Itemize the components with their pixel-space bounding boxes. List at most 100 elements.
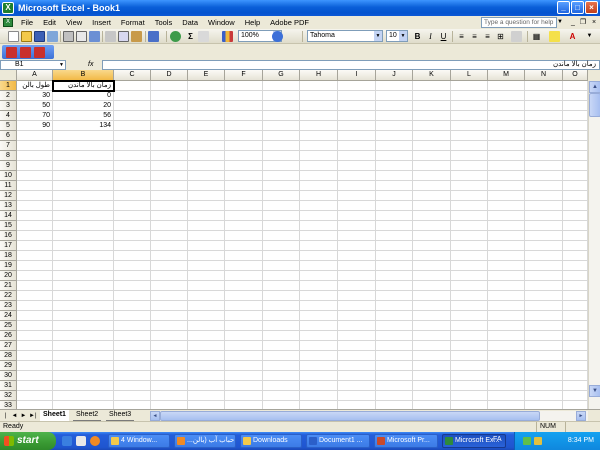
cell-a14[interactable] bbox=[17, 211, 53, 221]
cell-n5[interactable] bbox=[525, 121, 563, 131]
cell-e3[interactable] bbox=[188, 101, 225, 111]
cell-i26[interactable] bbox=[338, 331, 376, 341]
cell-a33[interactable] bbox=[17, 401, 53, 409]
print-preview-icon[interactable] bbox=[76, 31, 87, 42]
cell-n27[interactable] bbox=[525, 341, 563, 351]
horizontal-scrollbar[interactable]: ◄ ► bbox=[150, 411, 588, 421]
cell-e24[interactable] bbox=[188, 311, 225, 321]
cell-d31[interactable] bbox=[151, 381, 188, 391]
cell-e23[interactable] bbox=[188, 301, 225, 311]
cell-h26[interactable] bbox=[300, 331, 338, 341]
cell-j1[interactable] bbox=[376, 81, 413, 91]
row-header[interactable]: 6 bbox=[0, 131, 17, 141]
cell-g15[interactable] bbox=[263, 221, 300, 231]
cell-i21[interactable] bbox=[338, 281, 376, 291]
sheet-tab-3[interactable]: Sheet3 bbox=[106, 410, 135, 421]
cell-n31[interactable] bbox=[525, 381, 563, 391]
taskbar-button-4[interactable]: Document1 ... bbox=[306, 434, 370, 448]
cell-o5[interactable] bbox=[563, 121, 588, 131]
minimize-button[interactable]: _ bbox=[557, 1, 570, 14]
cell-g29[interactable] bbox=[263, 361, 300, 371]
row-header[interactable]: 5 bbox=[0, 121, 17, 131]
cell-m4[interactable] bbox=[488, 111, 525, 121]
cell-m8[interactable] bbox=[488, 151, 525, 161]
merge-center-icon[interactable]: ⊞ bbox=[495, 31, 506, 42]
cell-a8[interactable] bbox=[17, 151, 53, 161]
cell-o6[interactable] bbox=[563, 131, 588, 141]
cell-c15[interactable] bbox=[114, 221, 151, 231]
cell-f26[interactable] bbox=[225, 331, 263, 341]
cell-c33[interactable] bbox=[114, 401, 151, 409]
cell-c5[interactable] bbox=[114, 121, 151, 131]
cell-o7[interactable] bbox=[563, 141, 588, 151]
cell-o3[interactable] bbox=[563, 101, 588, 111]
cell-h4[interactable] bbox=[300, 111, 338, 121]
cell-k9[interactable] bbox=[413, 161, 451, 171]
cell-i8[interactable] bbox=[338, 151, 376, 161]
cell-g16[interactable] bbox=[263, 231, 300, 241]
cell-l6[interactable] bbox=[451, 131, 488, 141]
cell-k17[interactable] bbox=[413, 241, 451, 251]
cell-c4[interactable] bbox=[114, 111, 151, 121]
row-header[interactable]: 10 bbox=[0, 171, 17, 181]
cell-h7[interactable] bbox=[300, 141, 338, 151]
cell-a9[interactable] bbox=[17, 161, 53, 171]
cell-a19[interactable] bbox=[17, 261, 53, 271]
cell-f8[interactable] bbox=[225, 151, 263, 161]
cell-l16[interactable] bbox=[451, 231, 488, 241]
cell-l29[interactable] bbox=[451, 361, 488, 371]
cell-e29[interactable] bbox=[188, 361, 225, 371]
cell-f14[interactable] bbox=[225, 211, 263, 221]
cell-k18[interactable] bbox=[413, 251, 451, 261]
help-icon[interactable] bbox=[272, 31, 283, 42]
cell-m28[interactable] bbox=[488, 351, 525, 361]
column-header-n[interactable]: N bbox=[525, 70, 563, 81]
column-header-i[interactable]: I bbox=[338, 70, 376, 81]
cell-c28[interactable] bbox=[114, 351, 151, 361]
cell-g32[interactable] bbox=[263, 391, 300, 401]
sort-ascending-icon[interactable] bbox=[198, 31, 209, 42]
cell-d15[interactable] bbox=[151, 221, 188, 231]
row-header[interactable]: 1 bbox=[0, 81, 17, 91]
cell-d2[interactable] bbox=[151, 91, 188, 101]
cell-b9[interactable] bbox=[53, 161, 114, 171]
cell-o23[interactable] bbox=[563, 301, 588, 311]
column-header-g[interactable]: G bbox=[263, 70, 300, 81]
cell-g20[interactable] bbox=[263, 271, 300, 281]
cell-i10[interactable] bbox=[338, 171, 376, 181]
language-indicator[interactable]: FA bbox=[493, 436, 502, 443]
cell-h5[interactable] bbox=[300, 121, 338, 131]
cell-j8[interactable] bbox=[376, 151, 413, 161]
cell-n20[interactable] bbox=[525, 271, 563, 281]
spreadsheet-grid[interactable]: ABCDEFGHIJKLMNO 1 طول بالن زمان بالا ماندن… bbox=[0, 70, 600, 409]
cell-j16[interactable] bbox=[376, 231, 413, 241]
font-name-select[interactable]: Tahoma ▼ bbox=[307, 30, 383, 42]
cell-c27[interactable] bbox=[114, 341, 151, 351]
cell-g24[interactable] bbox=[263, 311, 300, 321]
cell-a7[interactable] bbox=[17, 141, 53, 151]
cell-i12[interactable] bbox=[338, 191, 376, 201]
cell-c8[interactable] bbox=[114, 151, 151, 161]
cell-e30[interactable] bbox=[188, 371, 225, 381]
row-header[interactable]: 18 bbox=[0, 251, 17, 261]
cell-l2[interactable] bbox=[451, 91, 488, 101]
cell-l14[interactable] bbox=[451, 211, 488, 221]
cell-n7[interactable] bbox=[525, 141, 563, 151]
cell-a6[interactable] bbox=[17, 131, 53, 141]
cell-e11[interactable] bbox=[188, 181, 225, 191]
cell-g28[interactable] bbox=[263, 351, 300, 361]
cell-m27[interactable] bbox=[488, 341, 525, 351]
cell-g3[interactable] bbox=[263, 101, 300, 111]
cell-j18[interactable] bbox=[376, 251, 413, 261]
cell-d16[interactable] bbox=[151, 231, 188, 241]
cell-b7[interactable] bbox=[53, 141, 114, 151]
cell-i28[interactable] bbox=[338, 351, 376, 361]
cell-j12[interactable] bbox=[376, 191, 413, 201]
cell-m6[interactable] bbox=[488, 131, 525, 141]
cell-b31[interactable] bbox=[53, 381, 114, 391]
doc-minimize-button[interactable]: _ bbox=[568, 18, 578, 27]
cell-f11[interactable] bbox=[225, 181, 263, 191]
cell-e15[interactable] bbox=[188, 221, 225, 231]
cell-i19[interactable] bbox=[338, 261, 376, 271]
next-sheet-icon[interactable]: ► bbox=[20, 412, 27, 420]
